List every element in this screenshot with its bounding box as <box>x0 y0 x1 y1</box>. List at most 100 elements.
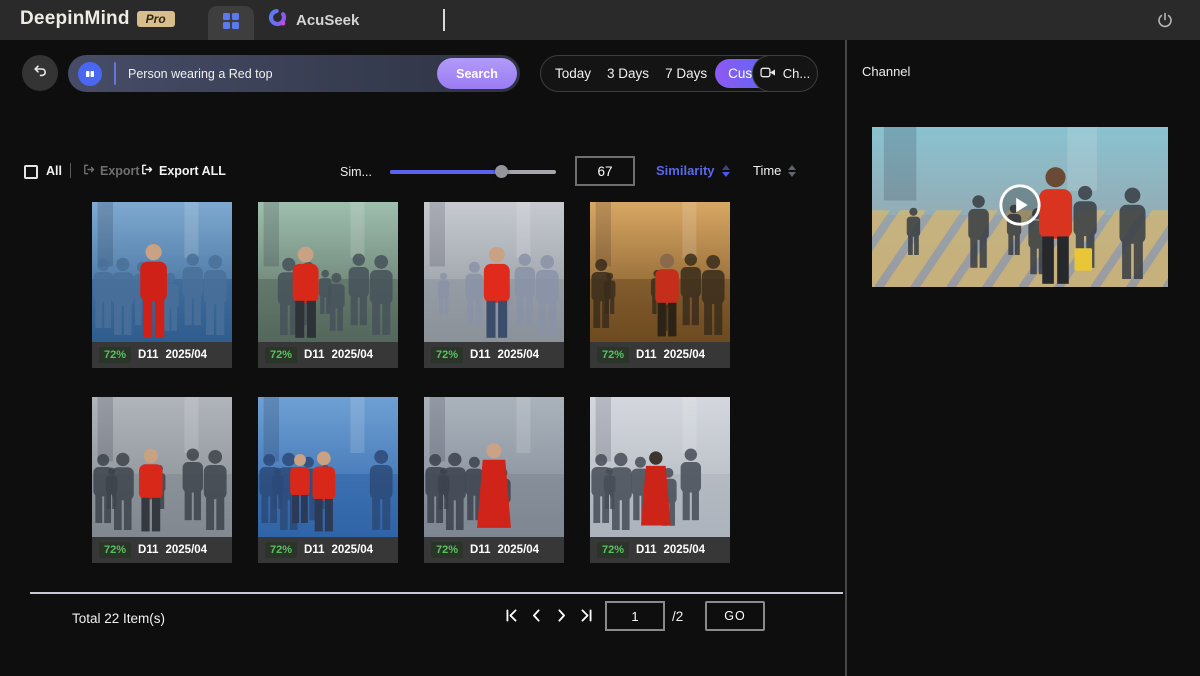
result-card[interactable]: 72% D11 2025/04 <box>92 202 232 368</box>
export-label: Export <box>100 164 140 178</box>
similarity-badge: 72% <box>265 542 297 558</box>
result-thumbnail <box>424 202 564 342</box>
date-label: 2025/04 <box>332 349 374 361</box>
channel-filter-button[interactable]: Ch... <box>752 55 818 92</box>
result-thumbnail <box>590 202 730 342</box>
result-card[interactable]: 72% D11 2025/04 <box>424 202 564 368</box>
tab-grid-view[interactable] <box>208 6 254 40</box>
channel-video-preview[interactable] <box>872 127 1168 287</box>
acuseek-logo-icon <box>268 8 288 33</box>
search-separator <box>114 62 116 85</box>
search-category-icon <box>78 62 102 86</box>
toolbar-divider <box>70 163 71 178</box>
date-label: 2025/04 <box>166 544 208 556</box>
tab-acuseek[interactable]: AcuSeek <box>268 0 359 40</box>
pagination <box>503 607 595 624</box>
camera-label: D11 <box>138 349 158 361</box>
power-icon <box>1156 16 1174 33</box>
time-filter-7days[interactable]: 7 Days <box>657 66 715 81</box>
result-card-footer: 72% D11 2025/04 <box>258 342 398 368</box>
date-label: 2025/04 <box>332 544 374 556</box>
grid-icon <box>222 12 240 35</box>
similarity-badge: 72% <box>99 347 131 363</box>
prev-page-button[interactable] <box>528 607 545 624</box>
video-camera-icon <box>760 66 777 82</box>
result-card-footer: 72% D11 2025/04 <box>424 342 564 368</box>
result-card-footer: 72%D112025/04 <box>590 537 730 563</box>
result-card-footer: 72%D112025/04 <box>424 537 564 563</box>
result-card[interactable]: 72%D112025/04 <box>424 397 564 563</box>
topbar: DeepinMind Pro AcuSeek <box>0 0 1200 40</box>
similarity-badge: 72% <box>597 347 629 363</box>
result-card-footer: 72% D11 2025/04 <box>258 537 398 563</box>
text-cursor <box>443 9 445 31</box>
export-all-button[interactable]: Export ALL <box>140 163 226 179</box>
result-thumbnail <box>92 397 232 537</box>
slider-handle[interactable] <box>495 165 508 178</box>
go-button[interactable]: GO <box>705 601 765 631</box>
footer-divider <box>30 592 843 594</box>
result-card-footer: 72% D11 2025/04 <box>590 342 730 368</box>
export-icon <box>82 163 95 179</box>
time-filter-today[interactable]: Today <box>547 66 599 81</box>
sort-arrows-icon <box>788 165 796 177</box>
camera-label: D11 <box>304 544 324 556</box>
similarity-badge: 72% <box>431 347 463 363</box>
sort-arrows-icon <box>722 165 730 177</box>
date-label: 2025/04 <box>664 544 706 556</box>
last-page-button[interactable] <box>578 607 595 624</box>
total-count-label: Total 22 Item(s) <box>72 611 165 626</box>
similarity-badge: 72% <box>431 542 463 558</box>
export-all-icon <box>140 163 153 179</box>
page-number-input[interactable] <box>605 601 665 631</box>
similarity-value-input[interactable] <box>575 156 635 186</box>
result-card[interactable]: 72% D11 2025/04 <box>92 397 232 563</box>
result-card-footer: 72% D11 2025/04 <box>92 537 232 563</box>
sort-time-label: Time <box>753 163 781 178</box>
camera-label: D11 <box>470 349 490 361</box>
date-label: 2025/04 <box>498 349 540 361</box>
result-thumbnail <box>590 397 730 537</box>
panel-divider <box>845 40 847 676</box>
app-window: DeepinMind Pro AcuSeek <box>0 0 1200 676</box>
channel-panel-title: Channel <box>862 64 910 79</box>
page-total-label: /2 <box>672 609 683 624</box>
similarity-slider-label: Sim... <box>340 165 372 179</box>
search-button[interactable]: Search <box>437 58 517 89</box>
sort-by-time-button[interactable]: Time <box>753 163 796 178</box>
sort-by-similarity-button[interactable]: Similarity <box>656 163 730 178</box>
camera-label: D11 <box>304 349 324 361</box>
camera-label: D11 <box>636 544 656 556</box>
time-filter-3days[interactable]: 3 Days <box>599 66 657 81</box>
camera-label: D11 <box>636 349 656 361</box>
export-button[interactable]: Export <box>82 163 140 179</box>
similarity-slider[interactable] <box>390 165 556 178</box>
brand-name: DeepinMind <box>20 8 130 30</box>
back-button[interactable] <box>22 55 58 91</box>
undo-arrow-icon <box>32 63 48 84</box>
result-card[interactable]: 72%D112025/04 <box>590 397 730 563</box>
pro-badge: Pro <box>137 11 175 27</box>
result-card[interactable]: 72% D11 2025/04 <box>590 202 730 368</box>
brand-logo: DeepinMind Pro <box>20 8 175 30</box>
first-page-button[interactable] <box>503 607 520 624</box>
camera-label: D11 <box>138 544 158 556</box>
date-label: 2025/04 <box>664 349 706 361</box>
select-all-checkbox[interactable] <box>24 165 38 179</box>
search-input[interactable] <box>128 67 437 81</box>
result-card[interactable]: 72% D11 2025/04 <box>258 397 398 563</box>
result-thumbnail <box>258 397 398 537</box>
next-page-button[interactable] <box>553 607 570 624</box>
date-label: 2025/04 <box>166 349 208 361</box>
similarity-badge: 72% <box>99 542 131 558</box>
channel-button-label: Ch... <box>783 66 810 81</box>
slider-fill <box>390 170 501 174</box>
power-button[interactable] <box>1156 11 1174 29</box>
result-thumbnail <box>92 202 232 342</box>
search-bar[interactable]: Search <box>68 55 520 92</box>
acuseek-label: AcuSeek <box>296 12 359 29</box>
similarity-badge: 72% <box>265 347 297 363</box>
result-card[interactable]: 72% D11 2025/04 <box>258 202 398 368</box>
result-thumbnail <box>258 202 398 342</box>
result-thumbnail <box>424 397 564 537</box>
